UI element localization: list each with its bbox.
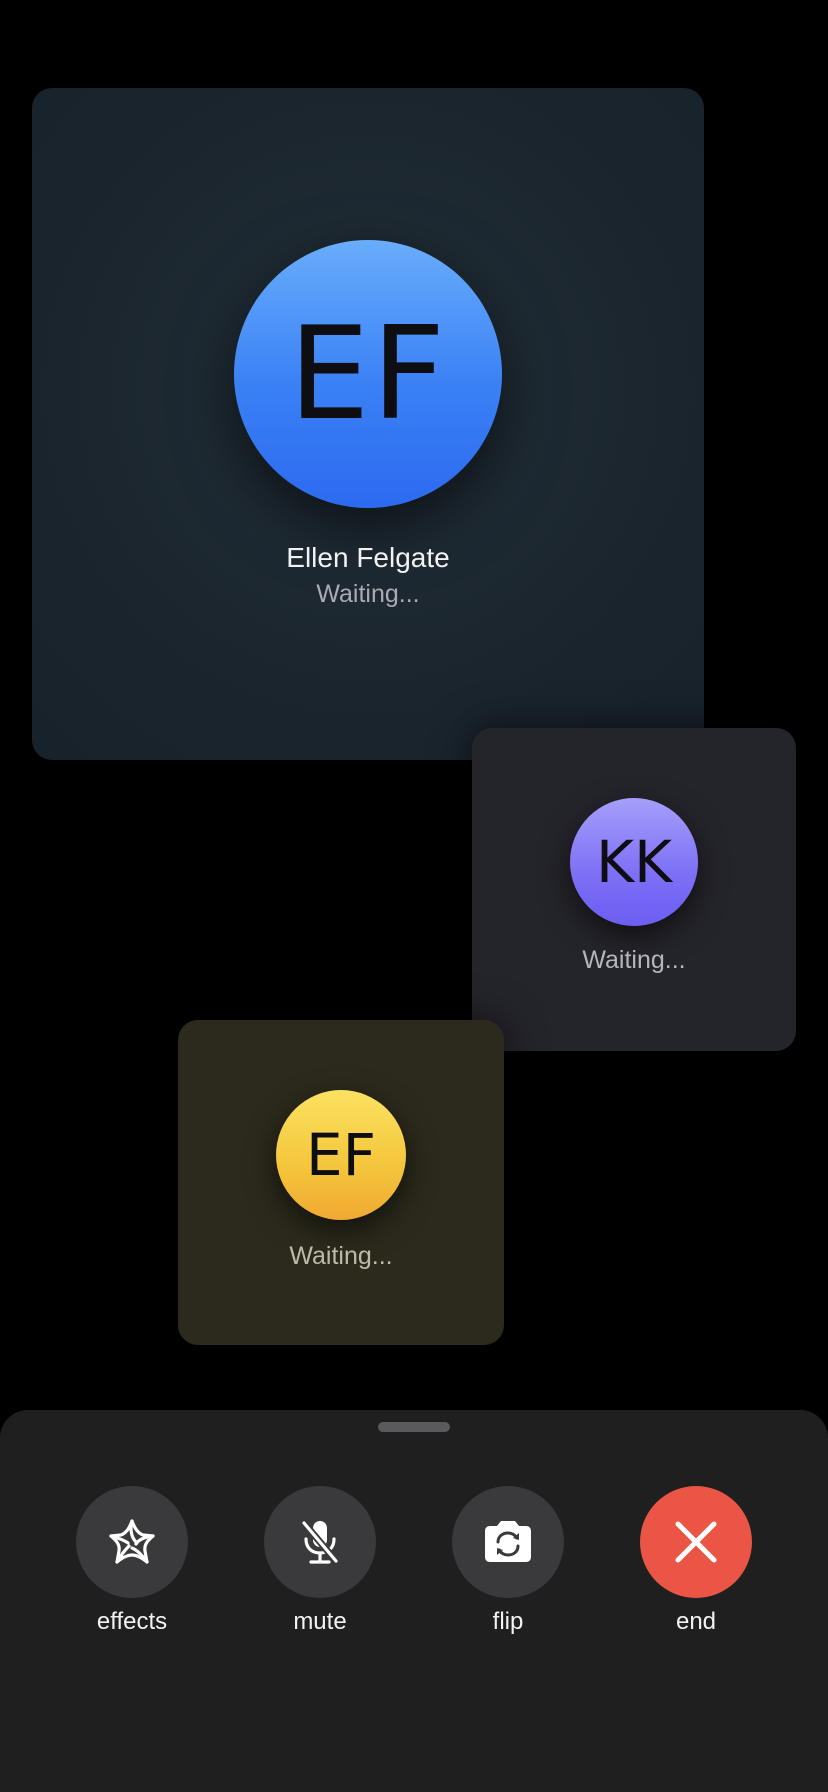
effects-label: effects bbox=[96, 1608, 168, 1635]
effects-button[interactable] bbox=[76, 1486, 188, 1598]
participant-tile-main[interactable]: EF Ellen Felgate Waiting... bbox=[32, 88, 704, 760]
end-label: end bbox=[675, 1608, 717, 1635]
avatar-second: KK bbox=[570, 798, 698, 926]
participant-status: Waiting... bbox=[316, 580, 420, 608]
camera-flip-icon bbox=[485, 1521, 531, 1562]
avatar-third: EF bbox=[276, 1090, 406, 1220]
mute-label: mute bbox=[293, 1608, 347, 1635]
avatar-main: EF bbox=[234, 240, 502, 508]
participant-tile-second[interactable]: KK Waiting... bbox=[472, 728, 796, 1051]
avatar-initials: KK bbox=[595, 828, 673, 896]
flip-button[interactable] bbox=[452, 1486, 564, 1598]
end-call-button[interactable] bbox=[640, 1486, 752, 1598]
mute-button[interactable] bbox=[264, 1486, 376, 1598]
effects-control: effects bbox=[52, 1486, 212, 1636]
end-control: end bbox=[616, 1486, 776, 1636]
mute-control: mute bbox=[240, 1486, 400, 1636]
participant-status: Waiting... bbox=[582, 946, 686, 974]
participant-name: Ellen Felgate bbox=[286, 542, 450, 573]
effects-star-icon bbox=[109, 1519, 155, 1564]
avatar-initials: EF bbox=[305, 1121, 376, 1189]
flip-label: flip bbox=[492, 1608, 524, 1635]
mic-slash-icon bbox=[300, 1519, 340, 1565]
avatar-initials: EF bbox=[288, 299, 448, 449]
call-control-panel: effects mute flip end bbox=[0, 1410, 828, 1792]
close-icon bbox=[675, 1521, 717, 1563]
flip-control: flip bbox=[428, 1486, 588, 1636]
panel-grabber-handle[interactable] bbox=[378, 1422, 450, 1432]
participant-status: Waiting... bbox=[289, 1242, 393, 1270]
participant-tile-third[interactable]: EF Waiting... bbox=[178, 1020, 504, 1345]
